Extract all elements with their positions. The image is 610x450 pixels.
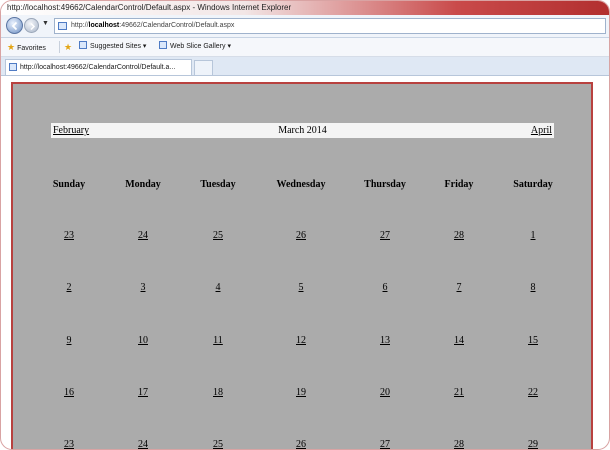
calendar-day-link[interactable]: 11 xyxy=(198,335,238,346)
calendar-day-link[interactable]: 25 xyxy=(198,230,238,241)
favorites-star-icon: ★ xyxy=(7,42,16,52)
calendar-day-link[interactable]: 27 xyxy=(365,439,405,449)
back-arrow-icon xyxy=(11,21,18,31)
calendar-day-link[interactable]: 19 xyxy=(281,387,321,398)
address-prefix: http:// xyxy=(71,22,89,29)
address-host: localhost xyxy=(88,22,120,29)
favorites-bar: ★ Favorites ★ Suggested Sites ▾ Web Slice… xyxy=(1,38,609,57)
calendar-day-link[interactable]: 26 xyxy=(281,439,321,449)
add-favorites-button[interactable]: ★ xyxy=(64,41,74,53)
calendar-day-link[interactable]: 26 xyxy=(281,230,321,241)
add-favorite-icon: ★ xyxy=(64,42,73,52)
page-content: March 2014 February April Sunday Monday Tu… xyxy=(5,77,605,449)
address-bar[interactable]: http://localhost:49662/CalendarControl/D… xyxy=(54,18,606,34)
weekday-header-wednesday: Wednesday xyxy=(276,179,326,190)
calendar-day-link[interactable]: 24 xyxy=(123,230,163,241)
tab-bar: http://localhost:49662/CalendarControl/D… xyxy=(1,57,609,76)
favorites-label: Favorites xyxy=(17,45,46,52)
calendar-day-link[interactable]: 9 xyxy=(49,335,89,346)
calendar-day-link[interactable]: 23 xyxy=(49,230,89,241)
calendar-day-link[interactable]: 23 xyxy=(49,439,89,449)
favorites-button[interactable]: ★ Favorites xyxy=(7,41,46,53)
calendar-day-link[interactable]: 4 xyxy=(198,282,238,293)
new-tab-button[interactable] xyxy=(194,60,213,75)
calendar-day-link[interactable]: 16 xyxy=(49,387,89,398)
favorites-divider xyxy=(59,41,60,53)
calendar-day-link[interactable]: 28 xyxy=(439,230,479,241)
tab-label: http://localhost:49662/CalendarControl/D… xyxy=(20,64,176,71)
calendar-day-link[interactable]: 8 xyxy=(513,282,553,293)
weekday-header-friday: Friday xyxy=(444,179,474,190)
calendar-day-link[interactable]: 7 xyxy=(439,282,479,293)
calendar-day-link[interactable]: 3 xyxy=(123,282,163,293)
calendar-day-link[interactable]: 21 xyxy=(439,387,479,398)
forward-button[interactable] xyxy=(24,18,39,33)
calendar-day-link[interactable]: 12 xyxy=(281,335,321,346)
weekday-header-monday: Monday xyxy=(125,179,161,190)
page-icon xyxy=(58,22,67,30)
calendar-day-link[interactable]: 13 xyxy=(365,335,405,346)
calendar-day-link[interactable]: 25 xyxy=(198,439,238,449)
next-month-link[interactable]: April xyxy=(531,123,552,138)
calendar-day-link[interactable]: 15 xyxy=(513,335,553,346)
calendar-day-link[interactable]: 29 xyxy=(513,439,553,449)
history-dropdown-icon[interactable]: ▼ xyxy=(42,20,49,27)
calendar-day-link[interactable]: 27 xyxy=(365,230,405,241)
calendar-control: March 2014 February April Sunday Monday Tu… xyxy=(11,82,593,449)
calendar-day-link[interactable]: 24 xyxy=(123,439,163,449)
calendar-day-link[interactable]: 10 xyxy=(123,335,163,346)
address-path: :49662/CalendarControl/Default.aspx xyxy=(119,22,235,29)
calendar-day-link[interactable]: 1 xyxy=(513,230,553,241)
ie-page-icon xyxy=(159,41,167,49)
weekday-header-sunday: Sunday xyxy=(52,179,86,190)
forward-arrow-icon xyxy=(30,22,36,31)
back-button[interactable] xyxy=(6,17,23,34)
web-slice-gallery-link[interactable]: Web Slice Gallery ▾ xyxy=(159,41,231,53)
calendar-day-link[interactable]: 2 xyxy=(49,282,89,293)
weekday-header-saturday: Saturday xyxy=(513,179,553,190)
web-slice-gallery-label: Web Slice Gallery ▾ xyxy=(170,43,231,50)
suggested-sites-link[interactable]: Suggested Sites ▾ xyxy=(79,41,146,53)
current-month-label: March 2014 xyxy=(278,125,327,136)
calendar-day-link[interactable]: 22 xyxy=(513,387,553,398)
suggested-sites-label: Suggested Sites ▾ xyxy=(90,43,147,50)
browser-window: http://localhost:49662/CalendarControl/D… xyxy=(0,0,610,450)
window-title: http://localhost:49662/CalendarControl/D… xyxy=(1,1,609,15)
calendar-day-link[interactable]: 6 xyxy=(365,282,405,293)
calendar-day-link[interactable]: 5 xyxy=(281,282,321,293)
weekday-header-thursday: Thursday xyxy=(364,179,406,190)
previous-month-link[interactable]: February xyxy=(53,123,89,138)
calendar-title-bar: March 2014 February April xyxy=(51,123,554,138)
calendar-day-link[interactable]: 17 xyxy=(123,387,163,398)
calendar-day-link[interactable]: 20 xyxy=(365,387,405,398)
navigation-bar: ▼ http://localhost:49662/CalendarControl… xyxy=(1,15,609,38)
tab-default-aspx[interactable]: http://localhost:49662/CalendarControl/D… xyxy=(5,59,192,75)
calendar-day-link[interactable]: 18 xyxy=(198,387,238,398)
ie-page-icon xyxy=(79,41,87,49)
weekday-header-tuesday: Tuesday xyxy=(200,179,236,190)
tab-page-icon xyxy=(9,63,17,71)
calendar-day-link[interactable]: 14 xyxy=(439,335,479,346)
calendar-day-link[interactable]: 28 xyxy=(439,439,479,449)
